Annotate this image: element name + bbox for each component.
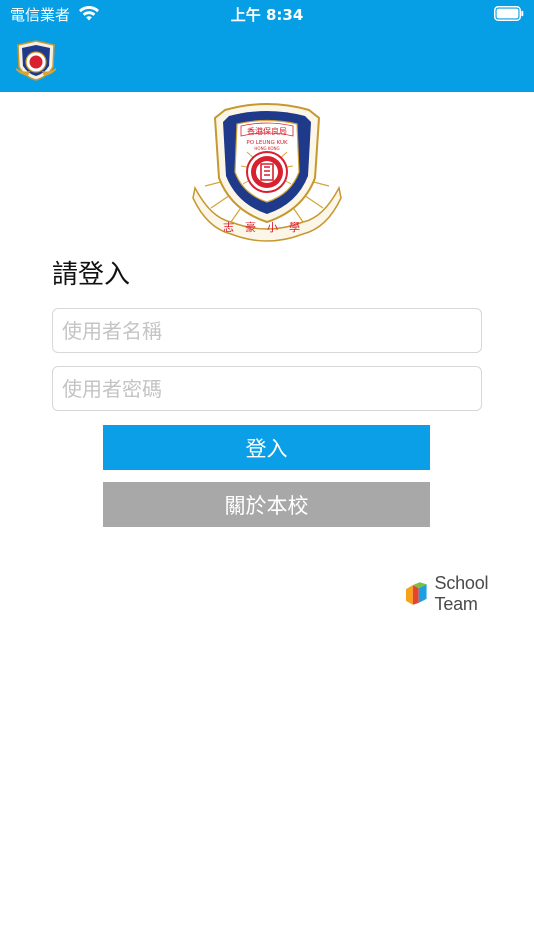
login-title: 請登入 — [52, 260, 131, 290]
status-time: 上午 8:34 — [230, 6, 304, 24]
login-button[interactable]: 登入 — [103, 425, 430, 470]
crest-motto: 志豪小學 — [223, 220, 311, 234]
username-input[interactable] — [52, 308, 482, 353]
school-crest: 香港保良局 PO LEUNG KUK HONG KONG 志豪小學 — [192, 103, 342, 242]
crest-org-en-2: HONG KONG — [254, 146, 279, 151]
app-header: 電信業者 上午 8:34 — [0, 0, 534, 92]
about-school-button[interactable]: 關於本校 — [103, 482, 430, 527]
password-input[interactable] — [52, 366, 482, 411]
school-team-logo-icon — [405, 582, 427, 605]
school-logo-icon[interactable] — [13, 37, 59, 83]
status-bar: 電信業者 上午 8:34 — [0, 0, 534, 28]
school-team-brand: School Team — [405, 573, 534, 614]
crest-org-zh: 香港保良局 — [247, 126, 287, 136]
brand-name: School Team — [434, 573, 489, 614]
battery-icon — [494, 6, 524, 21]
